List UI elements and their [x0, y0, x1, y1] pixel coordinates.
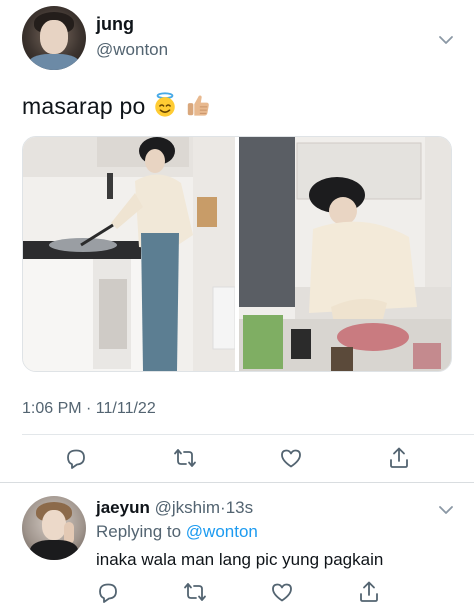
tweet-media[interactable]: [22, 136, 452, 372]
main-tweet: jung @wonton masarap po 1:06 PM · 11/11/…: [0, 0, 474, 480]
like-icon[interactable]: [270, 580, 294, 604]
author-name[interactable]: jung: [96, 14, 134, 35]
divider: [22, 434, 474, 435]
share-icon[interactable]: [387, 446, 411, 470]
reply-author-name[interactable]: jaeyun: [96, 498, 150, 517]
replying-to: Replying to @wonton: [96, 522, 258, 542]
photo-cooking-stove[interactable]: [23, 137, 236, 371]
retweet-icon[interactable]: [183, 580, 207, 604]
avatar-face: [42, 510, 66, 540]
reply-meta: jaeyun @jkshim·13s: [96, 498, 253, 518]
smiling-face-with-halo-icon: [152, 92, 178, 124]
thread-divider: [0, 482, 474, 483]
tweet-text: masarap po: [22, 93, 146, 120]
tweet-text-container: masarap po: [22, 92, 211, 124]
avatar-shirt: [28, 54, 80, 70]
replying-prefix: Replying to: [96, 522, 182, 541]
retweet-icon[interactable]: [173, 446, 197, 470]
reply-icon[interactable]: [96, 580, 120, 604]
photo-preparing-meat[interactable]: [239, 137, 451, 371]
avatar-face: [40, 20, 68, 54]
author-avatar[interactable]: [22, 6, 86, 70]
reply-author-handle[interactable]: @jkshim: [155, 498, 220, 517]
tweet-timestamp[interactable]: 1:06 PM · 11/11/22: [22, 400, 156, 418]
reply-chevron-down-icon[interactable]: [436, 500, 456, 520]
thumbs-up-icon: [185, 92, 211, 124]
like-icon[interactable]: [279, 446, 303, 470]
avatar-suit: [30, 540, 78, 560]
author-handle[interactable]: @wonton: [96, 40, 168, 60]
reply-text: inaka wala man lang pic yung pagkain: [96, 550, 384, 569]
reply-author-avatar[interactable]: [22, 496, 86, 560]
reply-time[interactable]: 13s: [226, 498, 253, 517]
chevron-down-icon[interactable]: [436, 30, 456, 50]
replying-to-link[interactable]: @wonton: [186, 522, 258, 541]
share-icon[interactable]: [357, 580, 381, 604]
reply-icon[interactable]: [64, 446, 88, 470]
